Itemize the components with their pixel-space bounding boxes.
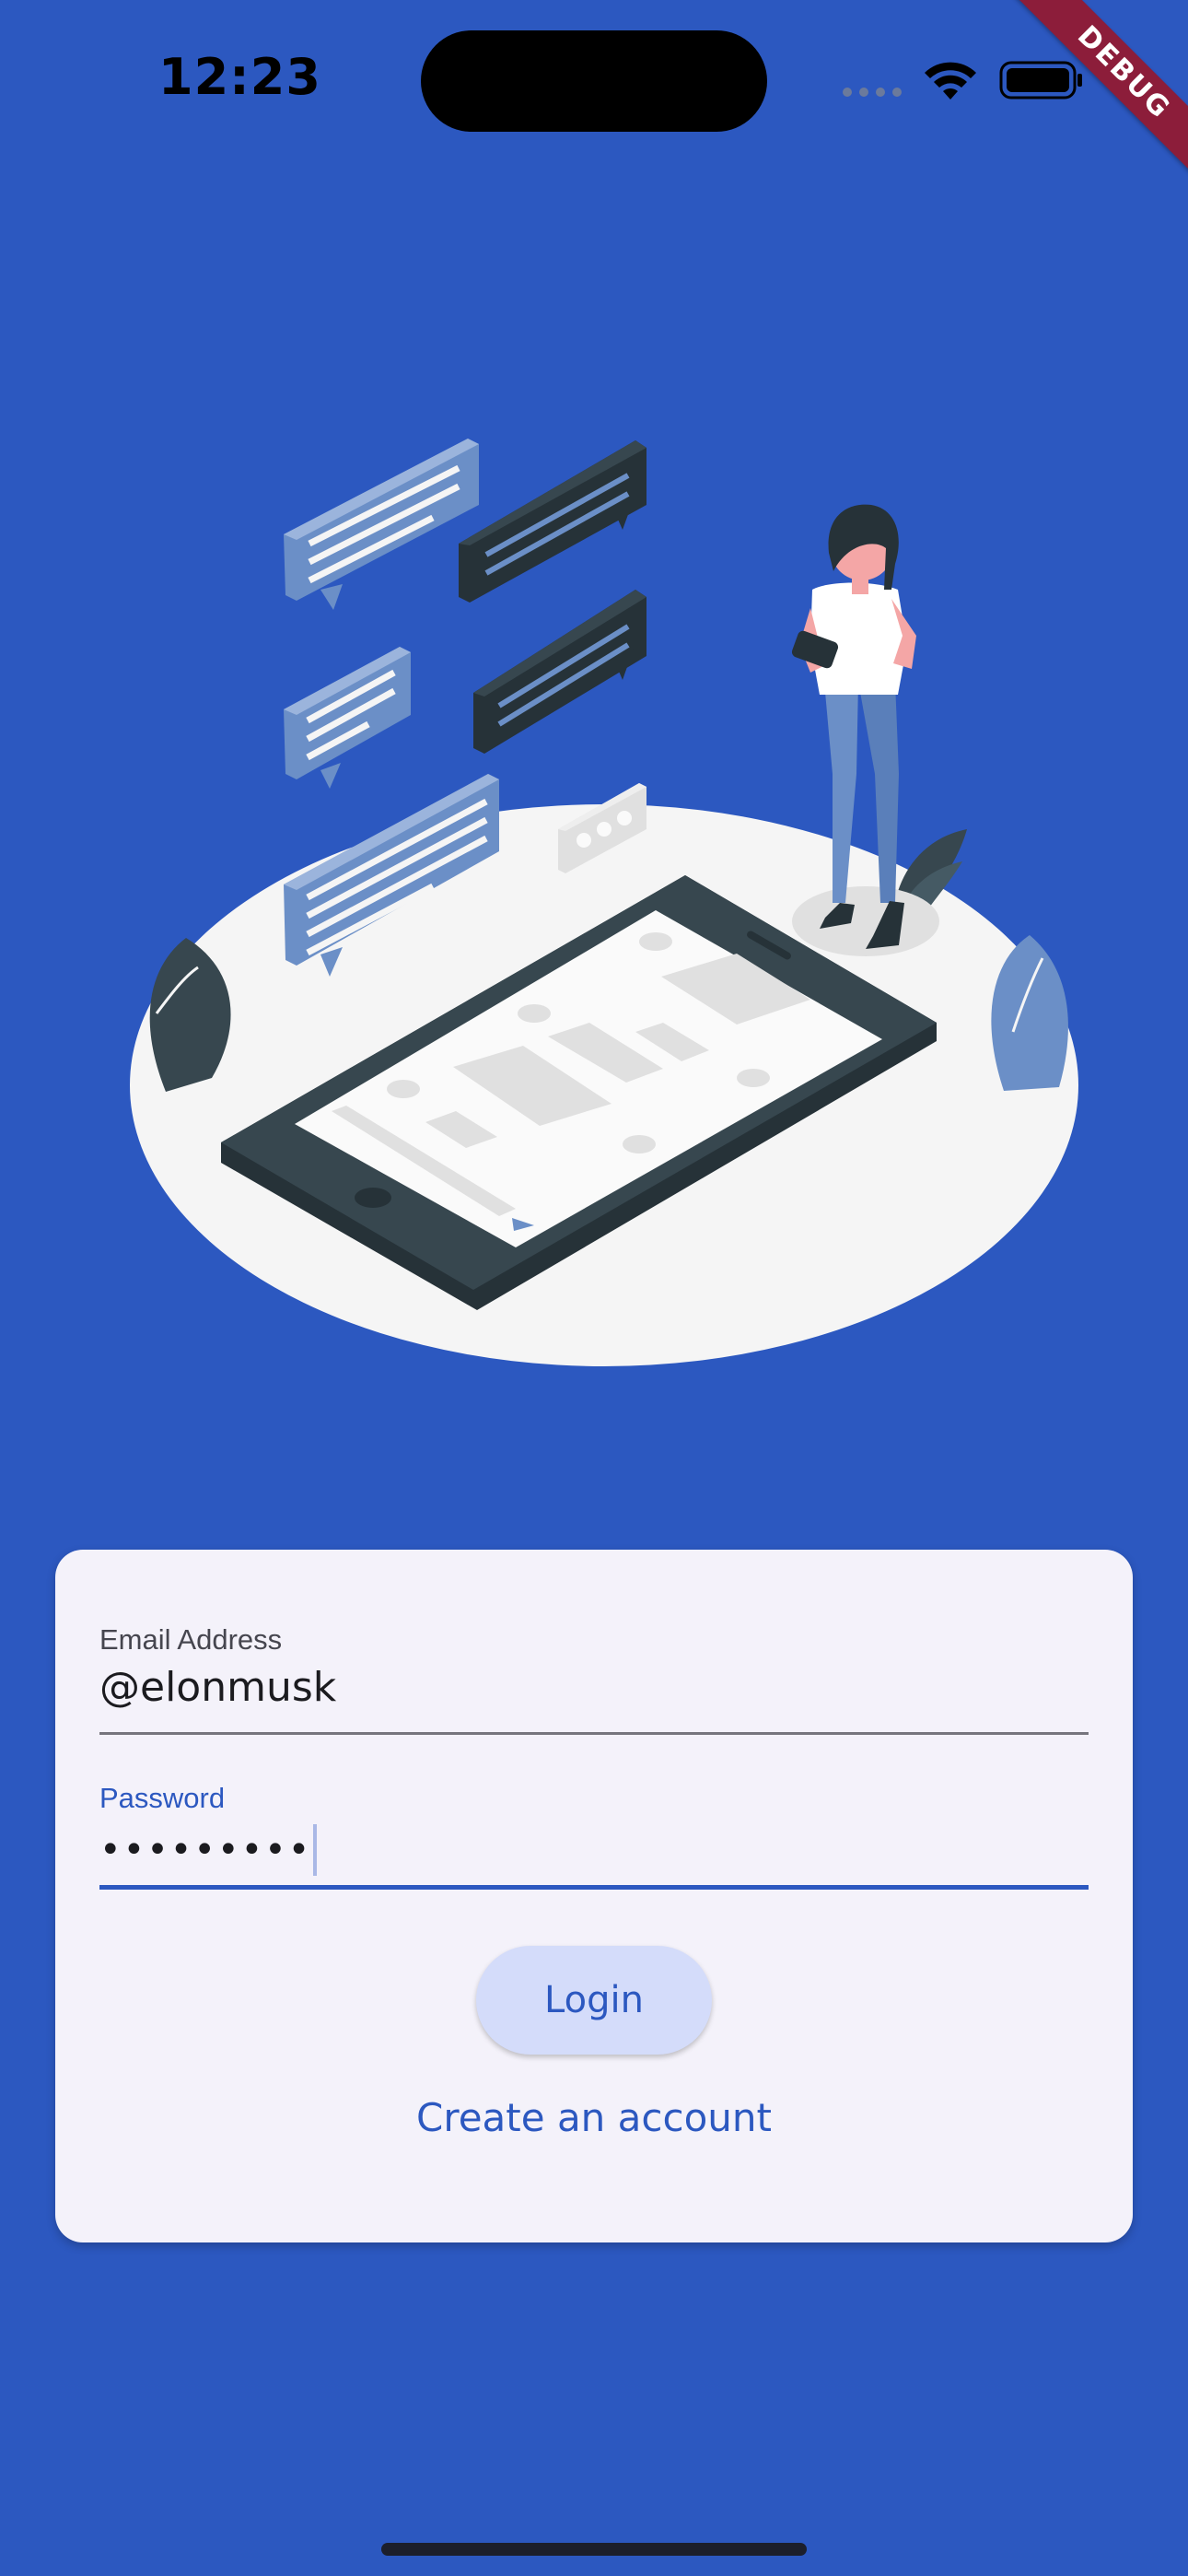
battery-icon — [999, 61, 1082, 100]
chat-messaging-illustration — [130, 439, 1078, 1366]
text-caret — [313, 1824, 318, 1876]
status-time: 12:23 — [158, 48, 321, 106]
status-bar: 12:23 DEBUG — [0, 0, 1188, 187]
login-card: Email Address @elonmusk Password •••••••… — [55, 1550, 1133, 2242]
chat-bubble-dark-top-right — [459, 440, 646, 603]
chat-bubble-light-top-left — [284, 439, 479, 610]
dynamic-island — [421, 30, 767, 132]
home-indicator[interactable] — [381, 2543, 807, 2556]
password-value[interactable]: ••••••••• — [99, 1829, 311, 1871]
login-button[interactable]: Login — [476, 1946, 712, 2055]
password-input[interactable]: ••••••••• — [99, 1824, 1089, 1876]
password-label: Password — [99, 1782, 226, 1814]
email-label: Email Address — [99, 1623, 283, 1656]
cellular-signal-icon — [843, 88, 902, 97]
email-value[interactable]: @elonmusk — [99, 1664, 1089, 1711]
wifi-icon — [925, 62, 976, 100]
chat-bubble-dark-mid-right — [473, 590, 646, 754]
chat-bubble-light-mid-left — [284, 647, 411, 789]
create-account-link[interactable]: Create an account — [55, 2095, 1133, 2140]
email-field[interactable]: Email Address @elonmusk — [99, 1623, 1089, 1735]
password-field[interactable]: Password ••••••••• — [99, 1782, 1089, 1890]
